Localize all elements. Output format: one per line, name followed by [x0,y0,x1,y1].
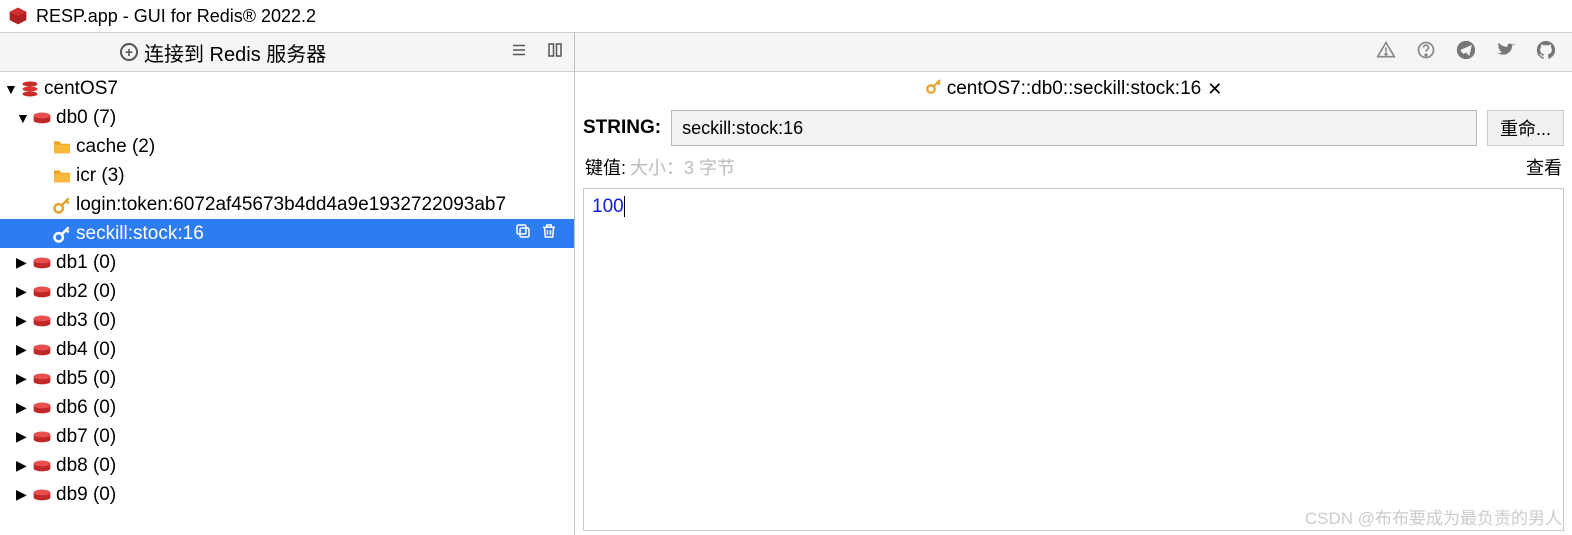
tree-label: db6 (0) [56,397,116,419]
key-icon [925,77,943,101]
tree-label: login:token:6072af45673b4dd4a9e193272209… [76,194,506,216]
left-pane: + 连接到 Redis 服务器 ▼ centOS7 ▼ db0 (7) cache … [0,32,575,535]
type-label: STRING: [583,117,661,139]
db-icon [30,459,54,473]
expand-arrow-icon: ▶ [16,486,30,503]
key-row: STRING: 重命... [575,106,1572,150]
right-toolbar [575,32,1572,72]
close-tab-icon[interactable]: ✕ [1207,79,1222,100]
key-icon [50,224,74,244]
db-icon [30,372,54,386]
meta-label: 键值: [585,154,626,180]
delete-icon[interactable] [540,222,558,246]
rename-button[interactable]: 重命... [1487,110,1564,146]
tree-label: db9 (0) [56,484,116,506]
github-icon[interactable] [1536,40,1556,65]
app-icon [8,6,28,26]
tree-row[interactable]: ▶ db2 (0) [0,277,574,306]
tree-row[interactable]: seckill:stock:16 [0,219,574,248]
key-name-input[interactable] [671,110,1477,146]
tree-row[interactable]: ▶ db6 (0) [0,393,574,422]
plus-icon: + [120,43,138,61]
tree-label: cache (2) [76,136,155,158]
tree-label: seckill:stock:16 [76,223,204,245]
db-icon [30,256,54,270]
expand-arrow-icon: ▶ [16,457,30,474]
titlebar: RESP.app - GUI for Redis® 2022.2 [0,0,1572,32]
tree-row[interactable]: login:token:6072af45673b4dd4a9e193272209… [0,190,574,219]
db-icon [30,488,54,502]
value-text: 100 [592,196,624,217]
tree-label: db8 (0) [56,455,116,477]
db-icon [30,401,54,415]
tree-row[interactable]: ▶ db1 (0) [0,248,574,277]
server-label: centOS7 [44,78,118,100]
right-pane: centOS7::db0::seckill:stock:16 ✕ STRING:… [575,32,1572,535]
collapse-arrow-icon: ▼ [4,81,18,97]
tree-row[interactable]: ▶ db8 (0) [0,451,574,480]
tree-row[interactable]: ▶ db9 (0) [0,480,574,509]
tree-row[interactable]: ▶ db7 (0) [0,422,574,451]
tree-label: db4 (0) [56,339,116,361]
left-toolbar: + 连接到 Redis 服务器 [0,32,574,72]
db-icon [30,285,54,299]
expand-arrow-icon: ▶ [16,341,30,358]
folder-icon [50,139,74,155]
copy-icon[interactable] [514,222,532,246]
connect-button[interactable]: + 连接到 Redis 服务器 [120,38,326,67]
expand-arrow-icon: ▶ [16,254,30,271]
breadcrumb: centOS7::db0::seckill:stock:16 ✕ [575,72,1572,106]
expand-arrow-icon: ▶ [16,370,30,387]
tree-label: db7 (0) [56,426,116,448]
db-icon [30,343,54,357]
server-node[interactable]: ▼ centOS7 [0,74,574,103]
tree-label: db3 (0) [56,310,116,332]
warning-icon[interactable] [1376,40,1396,65]
tree-label: db2 (0) [56,281,116,303]
db-icon [30,314,54,328]
expand-arrow-icon: ▶ [16,312,30,329]
view-button[interactable]: 查看 [1526,154,1562,180]
value-editor[interactable]: 100 [583,188,1564,531]
tree-row[interactable]: ▼ db0 (7) [0,103,574,132]
connect-label: 连接到 Redis 服务器 [144,38,326,67]
tree-label: db1 (0) [56,252,116,274]
tree-row[interactable]: ▶ db3 (0) [0,306,574,335]
tree[interactable]: ▼ centOS7 ▼ db0 (7) cache (2) icr (3) login:… [0,72,574,535]
expand-arrow-icon: ▶ [16,399,30,416]
db-icon [30,111,54,125]
tree-label: db5 (0) [56,368,116,390]
db-icon [30,430,54,444]
telegram-icon[interactable] [1456,40,1476,65]
list-icon[interactable] [510,41,528,64]
size-text: 大小：3 字节 [630,154,735,180]
window-title: RESP.app - GUI for Redis® 2022.2 [36,6,316,27]
twitter-icon[interactable] [1496,40,1516,65]
columns-icon[interactable] [546,41,564,64]
folder-icon [50,168,74,184]
expand-arrow-icon: ▶ [16,428,30,445]
server-icon [18,79,42,99]
meta-row: 键值: 大小：3 字节 查看 [575,150,1572,184]
expand-arrow-icon: ▶ [16,283,30,300]
help-icon[interactable] [1416,40,1436,65]
key-icon [50,195,74,215]
tree-row[interactable]: ▶ db4 (0) [0,335,574,364]
tree-label: db0 (7) [56,107,116,129]
expand-arrow-icon: ▼ [16,110,30,126]
tree-label: icr (3) [76,165,125,187]
breadcrumb-text: centOS7::db0::seckill:stock:16 [947,78,1202,100]
tree-row[interactable]: icr (3) [0,161,574,190]
tree-row[interactable]: cache (2) [0,132,574,161]
tree-row[interactable]: ▶ db5 (0) [0,364,574,393]
